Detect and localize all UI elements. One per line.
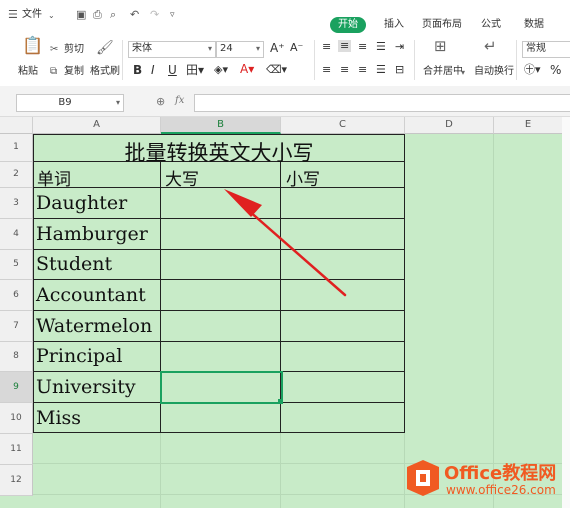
divider — [414, 40, 415, 80]
clear-format-icon[interactable]: ⌫▾ — [266, 64, 287, 76]
tab-page-layout[interactable]: 页面布局 — [422, 19, 462, 31]
chevron-down-icon[interactable]: ▾ — [461, 67, 465, 79]
underline-button[interactable]: U — [168, 64, 177, 76]
indent-icon[interactable]: ⇥ — [395, 41, 404, 53]
font-name-select[interactable]: 宋体 ▾ — [128, 41, 216, 58]
distributed-align-icon[interactable]: ☰ — [376, 64, 386, 76]
copy-icon[interactable]: ⧉ — [50, 66, 57, 78]
align-bottom-icon[interactable]: ≡ — [358, 41, 367, 53]
align-top-icon[interactable]: ≡ — [322, 41, 331, 53]
chevron-down-icon: ▾ — [207, 44, 212, 53]
number-format-select[interactable]: 常规 — [522, 41, 570, 58]
format-painter-icon[interactable]: 🖌 — [96, 41, 114, 55]
fill-color-icon[interactable]: ◈▾ — [214, 64, 228, 76]
office-logo-icon — [407, 460, 439, 496]
annotation-arrow — [224, 189, 347, 297]
number-format-value: 常规 — [526, 43, 546, 54]
divider — [516, 40, 517, 80]
formula-bar: B9 ▾ ⊕ fx — [0, 86, 570, 117]
increase-font-size-icon[interactable]: A⁺ — [270, 42, 285, 54]
align-middle-icon[interactable]: ≡ — [338, 40, 352, 52]
name-box[interactable]: B9 ▾ — [16, 94, 124, 112]
hamburger-menu-icon[interactable]: ☰ — [8, 9, 18, 21]
divider — [314, 40, 315, 80]
function-icon[interactable]: fx — [175, 95, 184, 107]
save-icon[interactable]: ▣ — [76, 9, 86, 21]
font-color-icon[interactable]: A▾ — [240, 63, 254, 75]
chevron-down-icon: ▾ — [255, 44, 260, 53]
decrease-font-size-icon[interactable]: A⁻ — [290, 42, 303, 54]
currency-icon[interactable]: ㊉▾ — [524, 64, 541, 76]
formula-input[interactable] — [194, 94, 570, 112]
font-size-select[interactable]: 24 ▾ — [216, 41, 264, 58]
borders-icon[interactable]: 田▾ — [186, 64, 204, 76]
chevron-down-icon[interactable]: ⌄ — [48, 10, 55, 22]
cut-icon[interactable]: ✂ — [50, 44, 58, 56]
customize-toolbar-icon[interactable]: ▿ — [170, 9, 175, 21]
align-right-icon[interactable]: ≡ — [358, 64, 367, 76]
file-menu[interactable]: 文件 — [22, 9, 42, 21]
watermark-url: www.office26.com — [446, 483, 556, 497]
copy-button[interactable]: 复制 — [64, 66, 84, 78]
font-size-value: 24 — [220, 43, 233, 54]
italic-button[interactable]: I — [151, 64, 155, 76]
tab-home[interactable]: 开始 — [330, 17, 366, 33]
spreadsheet-grid: A B C D E 1 2 3 4 5 6 7 8 9 10 11 12 批量转… — [0, 117, 562, 508]
divider — [122, 40, 123, 80]
format-painter-button[interactable]: 格式刷 — [90, 66, 120, 78]
align-distribute-icon[interactable]: ⊟ — [395, 64, 404, 76]
name-box-value: B9 — [58, 97, 72, 108]
wrap-text-icon[interactable]: ↵ — [484, 39, 497, 54]
zoom-icon[interactable]: ⊕ — [156, 96, 165, 108]
ribbon: 📋 粘贴 ✂ 剪切 ⧉ 复制 🖌 格式刷 宋体 ▾ 24 ▾ A⁺ A⁻ B I… — [0, 34, 570, 87]
redo-icon[interactable]: ↷ — [150, 9, 159, 21]
paste-icon[interactable]: 📋 — [22, 38, 43, 55]
bold-button[interactable]: B — [133, 64, 142, 76]
menu-bar: ☰ 文件 ⌄ ▣ ⎙ ⌕ ↶ ↷ ▿ 开始 插入 页面布局 公式 数据 — [0, 0, 570, 33]
percent-button[interactable]: % — [550, 64, 561, 76]
watermark-brand: Office教程网 — [444, 463, 557, 484]
print-preview-icon[interactable]: ⌕ — [110, 9, 116, 21]
paste-button[interactable]: 粘贴 — [18, 66, 38, 78]
chevron-down-icon: ▾ — [115, 98, 120, 107]
merge-center-button[interactable]: 合并居中 — [423, 66, 463, 78]
align-left-icon[interactable]: ≡ — [322, 64, 331, 76]
wrap-text-button[interactable]: 自动换行 — [474, 66, 514, 78]
tab-data[interactable]: 数据 — [524, 19, 544, 31]
tab-insert[interactable]: 插入 — [384, 19, 404, 31]
vertical-scrollbar[interactable] — [562, 117, 570, 508]
merge-center-icon[interactable]: ⊞ — [434, 39, 447, 54]
undo-icon[interactable]: ↶ — [130, 9, 139, 21]
align-center-icon[interactable]: ≡ — [340, 64, 349, 76]
font-name-value: 宋体 — [132, 43, 152, 54]
cut-button[interactable]: 剪切 — [64, 44, 84, 56]
align-justify-icon[interactable]: ☰ — [376, 41, 386, 53]
tab-formulas[interactable]: 公式 — [481, 19, 501, 31]
print-icon[interactable]: ⎙ — [93, 9, 102, 21]
